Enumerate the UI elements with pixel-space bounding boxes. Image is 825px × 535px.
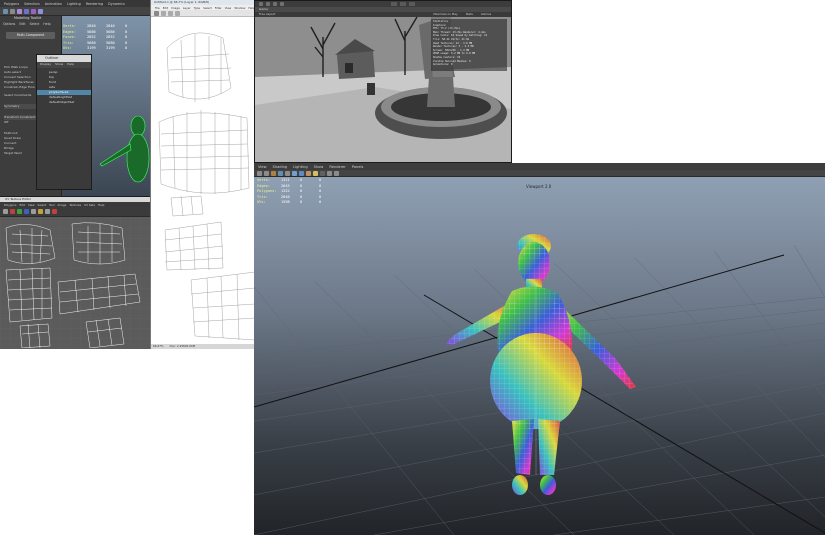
ps-move-icon[interactable] — [154, 10, 159, 16]
uv-menu-item[interactable]: Polygons — [4, 203, 16, 207]
outliner-title: Outliner — [45, 56, 59, 60]
uv-menu-item[interactable]: Edit — [19, 203, 24, 207]
menu-lighting[interactable]: Lighting — [67, 2, 81, 6]
uv-editor-window: UV Texture Editor Polygons Edit View Sel… — [0, 196, 150, 349]
uv-tool-icon[interactable] — [45, 209, 50, 214]
ps-menu-select[interactable]: Select — [203, 6, 212, 10]
cylinder-icon[interactable] — [38, 8, 43, 14]
uv-tool-icon[interactable] — [38, 209, 43, 214]
outliner-menu-help[interactable]: Help — [67, 62, 74, 68]
ps-menu-layer[interactable]: Layer — [183, 6, 191, 10]
uv-menu-item[interactable]: Image — [58, 203, 67, 207]
photoshop-window: Untitled-1 @ 66.7% (Layer 1, RGB/8) File… — [150, 0, 256, 349]
uv-checker-character[interactable] — [254, 163, 825, 535]
outliner-list: persp top front side polySurface1 defaul… — [37, 68, 91, 105]
ps-title: Untitled-1 @ 66.7% (Layer 1, RGB/8) — [154, 0, 210, 4]
sphere-icon[interactable] — [24, 8, 29, 14]
uv-menu-item[interactable]: UV Sets — [84, 203, 95, 207]
uv-tool-icon[interactable] — [31, 209, 36, 214]
uv-tool-icon[interactable] — [3, 209, 8, 214]
ps-options-bar — [151, 10, 256, 17]
play-button[interactable] — [391, 2, 397, 6]
outliner-item[interactable]: defaultObjectSet — [49, 100, 91, 105]
multi-component-button[interactable]: Multi-Component — [6, 32, 55, 39]
ps-menu-image[interactable]: Image — [171, 6, 180, 10]
panel-menu-edit[interactable]: Edit — [19, 22, 25, 28]
uv-menu-item[interactable]: Tool — [49, 203, 54, 207]
panel-menu: Options Edit Select Help — [0, 22, 61, 28]
uv-tool-icon[interactable] — [52, 209, 57, 214]
ps-menu-view[interactable]: View — [225, 6, 232, 10]
scale-tool-icon[interactable] — [17, 8, 22, 14]
uv-toolbar — [0, 207, 150, 217]
stats-line: Animations: 0 — [433, 63, 453, 67]
maya-shelf — [0, 7, 150, 16]
uv-menu-item[interactable]: Textures — [69, 203, 81, 207]
panel-menu-select[interactable]: Select — [30, 22, 40, 28]
rotate-tool-icon[interactable] — [273, 2, 277, 6]
menu-rendering[interactable]: Rendering — [86, 2, 103, 6]
ps-menu-type[interactable]: Type — [194, 6, 200, 10]
hand-tool-icon[interactable] — [259, 2, 263, 6]
step-button[interactable] — [409, 2, 415, 6]
ps-status-bar: 66.67% Doc: 2.25M/6.00M — [151, 344, 256, 349]
panel-menu-options[interactable]: Options — [3, 22, 15, 28]
ps-zoom-level[interactable]: 66.67% — [153, 344, 164, 349]
ps-option-icon[interactable] — [175, 10, 180, 16]
uv-menu-item[interactable]: View — [28, 203, 35, 207]
uv-menu-item[interactable]: Help — [98, 203, 104, 207]
ps-menu-edit[interactable]: Edit — [163, 6, 168, 10]
game-viewport-window: Game Free Aspect Maximize on Play Stats … — [254, 0, 512, 163]
scale-tool-icon[interactable] — [280, 2, 284, 6]
uv-tool-icon[interactable] — [24, 209, 29, 214]
maya-top-menubar: Polygons Selection Animation Lighting Re… — [0, 0, 150, 7]
pause-button[interactable] — [400, 2, 406, 6]
rotate-tool-icon[interactable] — [10, 8, 15, 14]
ps-menu-window[interactable]: Window — [234, 6, 245, 10]
ps-menu-file[interactable]: File — [155, 6, 160, 10]
panel-menu-help[interactable]: Help — [43, 22, 50, 28]
cube-icon[interactable] — [31, 8, 36, 14]
ps-option-icon[interactable] — [161, 10, 166, 16]
move-tool-icon[interactable] — [266, 2, 270, 6]
game-tab-label: Game — [259, 7, 268, 11]
menu-animation[interactable]: Animation — [45, 2, 62, 6]
uv-tool-icon[interactable] — [17, 209, 22, 214]
outliner-menu-display[interactable]: Display — [40, 62, 51, 68]
ps-menu-filter[interactable]: Filter — [215, 6, 222, 10]
uv-menu-item[interactable]: Select — [38, 203, 47, 207]
uv-title: UV Texture Editor — [5, 197, 32, 201]
ps-option-icon[interactable] — [168, 10, 173, 16]
outliner-window: Outliner Display Show Help persp top fro… — [36, 54, 92, 190]
outliner-titlebar[interactable]: Outliner — [37, 55, 91, 62]
move-tool-icon[interactable] — [3, 8, 8, 14]
ps-uv-wireframe-canvas[interactable] — [151, 18, 256, 343]
outliner-menu-show[interactable]: Show — [55, 62, 63, 68]
maya-viewport-window: View Shading Lighting Show Renderer Pane… — [254, 163, 825, 535]
menu-polygons[interactable]: Polygons — [4, 2, 19, 6]
statistics-overlay: Statistics Graphics: FPS: 73.2 (13.7ms) … — [431, 19, 507, 71]
menu-dynamics[interactable]: Dynamics — [108, 2, 125, 6]
uv-layout-canvas[interactable] — [0, 218, 150, 348]
menu-selection[interactable]: Selection — [24, 2, 40, 6]
ps-doc-size: Doc: 2.25M/6.00M — [169, 344, 196, 348]
uv-tool-icon[interactable] — [10, 209, 15, 214]
